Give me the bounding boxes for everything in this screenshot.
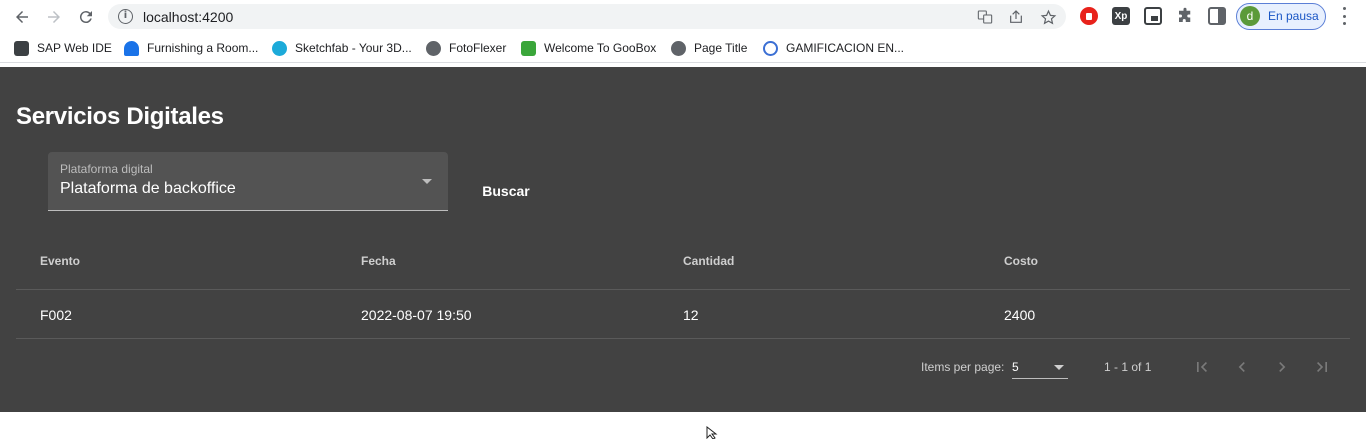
next-page-button[interactable] — [1268, 353, 1296, 381]
bookmark-item[interactable]: Page Title — [671, 40, 747, 56]
reload-icon — [79, 11, 92, 24]
gamification-icon — [763, 40, 778, 56]
adblock-icon[interactable] — [1080, 7, 1098, 25]
column-header-cantidad: Cantidad — [683, 254, 735, 268]
dropdown-arrow-icon — [1054, 365, 1064, 370]
globe-icon — [671, 40, 686, 56]
forward-button[interactable] — [42, 5, 66, 29]
bookmark-star-icon[interactable] — [1039, 8, 1057, 26]
bookmark-label: GAMIFICACION EN... — [786, 41, 905, 55]
bookmark-label: SAP Web IDE — [37, 41, 112, 55]
previous-page-button[interactable] — [1228, 353, 1256, 381]
bookmark-item[interactable]: Furnishing a Room... — [124, 40, 258, 56]
arrow-right-icon — [48, 11, 60, 23]
kebab-menu-icon[interactable] — [1336, 7, 1352, 25]
chevron-right-icon — [1279, 362, 1286, 372]
cell-fecha: 2022-08-07 19:50 — [361, 307, 472, 323]
bookmark-label: Furnishing a Room... — [147, 41, 259, 55]
bookmark-item[interactable]: Sketchfab - Your 3D... — [272, 40, 412, 56]
cell-cantidad: 12 — [683, 307, 699, 323]
translate-icon[interactable] — [976, 8, 994, 26]
url-text[interactable]: localhost:4200 — [143, 9, 233, 25]
paginator: Items per page: 5 1 - 1 of 1 — [16, 339, 1350, 395]
column-header-costo: Costo — [1004, 254, 1038, 268]
furniture-icon — [124, 40, 139, 56]
reload-button[interactable] — [74, 5, 98, 29]
platform-select[interactable]: Plataforma digital Plataforma de backoff… — [48, 152, 448, 211]
first-page-icon — [1197, 362, 1207, 372]
profile-button[interactable]: d En pausa — [1236, 3, 1326, 30]
browser-toolbar: i localhost:4200 Xp d En pausa — [0, 0, 1366, 33]
bookmark-label: Welcome To GooBox — [544, 41, 657, 55]
last-page-icon — [1317, 362, 1327, 372]
events-table: Evento Fecha Cantidad Costo F002 2022-08… — [16, 233, 1350, 339]
bookmark-item[interactable]: Welcome To GooBox — [521, 40, 656, 56]
sap-icon — [14, 40, 29, 56]
cell-evento: F002 — [40, 307, 72, 323]
last-page-button[interactable] — [1308, 353, 1336, 381]
column-header-evento: Evento — [40, 254, 81, 268]
puzzle-icon[interactable] — [1176, 7, 1194, 25]
bookmark-label: FotoFlexer — [449, 41, 507, 55]
page-size-value: 5 — [1012, 360, 1019, 374]
globe-icon — [426, 40, 441, 56]
bookmark-item[interactable]: FotoFlexer — [426, 40, 506, 56]
xpath-icon[interactable]: Xp — [1112, 7, 1130, 25]
page-title: Servicios Digitales — [16, 103, 224, 130]
share-icon[interactable] — [1007, 8, 1025, 26]
chevron-left-icon — [1238, 362, 1245, 372]
page-range-label: 1 - 1 of 1 — [1104, 360, 1152, 374]
address-bar[interactable]: i localhost:4200 — [108, 4, 1066, 29]
app-container: Servicios Digitales Plataforma digital P… — [0, 67, 1366, 412]
profile-status: En pausa — [1268, 9, 1319, 23]
sketchfab-icon — [272, 40, 287, 56]
platform-select-value: Plataforma de backoffice — [60, 180, 236, 197]
bookmark-item[interactable]: SAP Web IDE — [14, 40, 112, 56]
goobox-icon — [521, 40, 536, 56]
column-header-fecha: Fecha — [361, 254, 396, 268]
avatar: d — [1240, 6, 1260, 26]
cell-costo: 2400 — [1004, 307, 1036, 323]
page-size-select[interactable]: 5 — [1012, 355, 1068, 379]
bookmark-label: Page Title — [694, 41, 748, 55]
side-panel-icon[interactable] — [1208, 7, 1226, 25]
bookmark-label: Sketchfab - Your 3D... — [295, 41, 412, 55]
table-row: F002 2022-08-07 19:50 12 2400 — [16, 290, 1350, 339]
dropdown-arrow-icon — [422, 179, 432, 184]
back-button[interactable] — [10, 5, 34, 29]
arrow-left-icon — [16, 11, 28, 23]
mouse-cursor-icon — [706, 426, 718, 439]
items-per-page-label: Items per page: — [921, 360, 1005, 374]
bookmark-item[interactable]: GAMIFICACION EN... — [763, 40, 904, 56]
bookmarks-bar: SAP Web IDE Furnishing a Room... Sketchf… — [0, 33, 1366, 63]
platform-select-label: Plataforma digital — [60, 162, 153, 176]
info-icon[interactable]: i — [118, 9, 133, 24]
first-page-button[interactable] — [1188, 353, 1216, 381]
table-header-row: Evento Fecha Cantidad Costo — [16, 233, 1350, 290]
picture-in-picture-icon[interactable] — [1144, 7, 1162, 25]
search-button[interactable]: Buscar — [470, 177, 542, 205]
